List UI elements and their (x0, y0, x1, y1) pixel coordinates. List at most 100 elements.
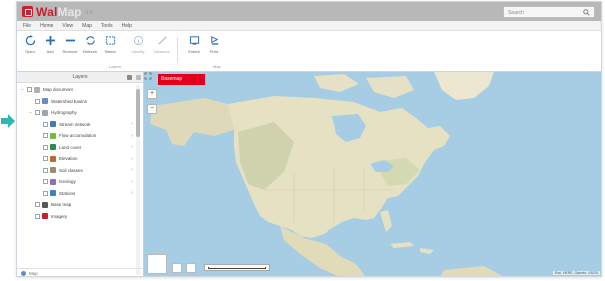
brand-name-prefix: Wal (36, 4, 58, 19)
layers-scrollbar-thumb[interactable] (136, 89, 140, 137)
layers-scrollbar[interactable] (136, 85, 140, 275)
zoom-in-button[interactable]: + (147, 89, 157, 99)
select-button-label: Select (104, 49, 116, 54)
layer-symbol-icon (50, 121, 56, 128)
layer-visibility-checkbox[interactable] (35, 202, 40, 208)
layer-row[interactable]: Base map (17, 199, 135, 211)
layer-row[interactable]: Stream network › (17, 119, 135, 131)
layer-label: Stream network (59, 121, 91, 127)
panel-pin-icon[interactable] (127, 75, 132, 80)
caribbean-islands (390, 242, 414, 248)
identify-button[interactable]: Identify (129, 35, 147, 61)
layer-visibility-checkbox[interactable] (35, 110, 40, 116)
measure-button-label: Measure (154, 49, 170, 54)
app-version: 3.0 (85, 10, 93, 16)
extent-button[interactable]: Extent (185, 35, 203, 61)
layer-row[interactable]: − Hydrography (17, 107, 135, 119)
menu-item-view[interactable]: View (62, 23, 73, 29)
layer-row[interactable]: Soil classes › (17, 165, 135, 177)
panel-close-icon[interactable] (136, 75, 141, 80)
layer-symbol-icon (42, 109, 48, 116)
layer-label: Flow accumulation (59, 133, 97, 139)
basemap (150, 72, 503, 276)
layer-visibility-checkbox[interactable] (43, 167, 48, 173)
layer-visibility-checkbox[interactable] (35, 98, 40, 104)
overview-map-button[interactable] (147, 254, 167, 274)
search-placeholder: Search (508, 10, 524, 16)
expand-toggle-icon[interactable]: − (28, 110, 33, 116)
menu-item-map[interactable]: Map (82, 23, 92, 29)
layer-options-chevron-icon[interactable]: › (131, 179, 133, 185)
layer-row[interactable]: Imagery (17, 211, 135, 223)
layer-options-chevron-icon[interactable]: › (131, 167, 133, 173)
menu-item-home[interactable]: Home (40, 23, 53, 29)
layer-options-chevron-icon[interactable]: › (131, 133, 133, 139)
minus-icon (65, 39, 75, 42)
layer-label: Land cover (59, 144, 82, 150)
select-icon (105, 36, 115, 45)
map-attribution: Esri, HERE, Garmin, USGS (553, 271, 600, 275)
expand-icon[interactable] (144, 72, 152, 80)
layer-label: Geology (59, 179, 76, 185)
expand-toggle-icon[interactable]: − (20, 87, 25, 93)
layer-symbol-icon (34, 86, 40, 93)
print-button-label: Print (209, 49, 219, 54)
layer-visibility-checkbox[interactable] (27, 87, 32, 93)
layer-label: Stations (59, 190, 76, 196)
layer-visibility-checkbox[interactable] (43, 190, 48, 196)
measure-button[interactable]: Measure (153, 35, 171, 61)
layer-switch-button[interactable] (172, 263, 182, 273)
layer-options-chevron-icon[interactable]: › (131, 121, 133, 127)
layer-label: Elevation (59, 156, 78, 162)
layer-row[interactable]: Geology › (17, 176, 135, 188)
open-button[interactable]: Open (21, 35, 39, 61)
basemap-tab[interactable]: Basemap (158, 74, 205, 85)
scale-bar-ticks (208, 267, 266, 269)
layer-options-chevron-icon[interactable]: › (131, 144, 133, 150)
layer-row[interactable]: Land cover › (17, 142, 135, 154)
layer-row[interactable]: Elevation › (17, 153, 135, 165)
layer-options-chevron-icon[interactable]: › (131, 190, 133, 196)
layer-symbol-icon (42, 98, 48, 105)
gulf-of-mexico (328, 222, 382, 252)
layer-visibility-checkbox[interactable] (43, 133, 48, 139)
refresh-icon (25, 35, 35, 46)
app-brand: Wal Map 3.0 (22, 4, 93, 19)
layer-row[interactable]: Flow accumulation › (17, 130, 135, 142)
search-icon[interactable] (583, 9, 590, 16)
menu-item-tools[interactable]: Tools (101, 23, 113, 29)
app-logo-icon (22, 6, 33, 17)
zoom-out-button[interactable]: − (147, 104, 157, 114)
layer-visibility-checkbox[interactable] (43, 144, 48, 150)
layers-panel: Layers − Map document Watershed basins − Hyd… (17, 72, 144, 276)
layers-panel-title: Layers (17, 72, 143, 83)
layer-visibility-checkbox[interactable] (43, 121, 48, 127)
layers-footer-label: Map (29, 270, 38, 276)
arctic-islands (314, 74, 359, 92)
sync-icon (85, 36, 95, 45)
print-icon (210, 36, 218, 45)
menu-item-file[interactable]: File (23, 23, 31, 29)
map-view[interactable]: Basemap + − Esri, HERE, Garmin, USGS (144, 72, 601, 276)
layer-label: Base map (51, 202, 72, 208)
layer-visibility-checkbox[interactable] (43, 156, 48, 162)
menu-item-help[interactable]: Help (122, 23, 132, 29)
layer-options-chevron-icon[interactable]: › (131, 156, 133, 162)
alaska-landmass (150, 98, 234, 146)
print-button[interactable]: Print (205, 35, 223, 61)
layer-row[interactable]: Watershed basins (17, 96, 135, 108)
add-button[interactable]: Add (41, 35, 59, 61)
layer-label: Imagery (51, 213, 68, 219)
select-button[interactable]: Select (101, 35, 119, 61)
greenland-landmass (434, 72, 494, 100)
search-input[interactable]: Search (503, 6, 595, 18)
layer-visibility-checkbox[interactable] (43, 179, 48, 185)
layer-row[interactable]: Stations › (17, 188, 135, 200)
home-extent-button[interactable] (186, 263, 196, 273)
remove-button[interactable]: Remove (61, 35, 79, 61)
layer-tree: − Map document Watershed basins − Hydrograph… (17, 84, 135, 222)
layer-symbol-icon (50, 167, 56, 174)
layer-visibility-checkbox[interactable] (35, 213, 40, 219)
refresh-button[interactable]: Refresh (81, 35, 99, 61)
layer-row[interactable]: − Map document (17, 84, 135, 96)
